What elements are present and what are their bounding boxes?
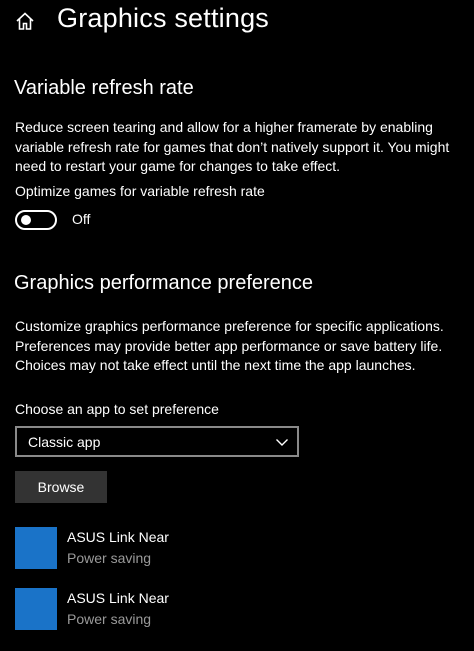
app-type-dropdown[interactable]: Classic app xyxy=(15,426,299,457)
vrr-toggle-state: Off xyxy=(72,211,91,227)
app-icon xyxy=(15,527,57,569)
vrr-toggle-label: Optimize games for variable refresh rate xyxy=(15,183,265,199)
app-icon xyxy=(15,588,57,630)
choose-app-label: Choose an app to set preference xyxy=(15,401,219,417)
page-title: Graphics settings xyxy=(57,3,269,33)
vrr-description: Reduce screen tearing and allow for a hi… xyxy=(15,119,450,174)
browse-button[interactable]: Browse xyxy=(15,471,107,503)
app-preference: Power saving xyxy=(67,611,152,627)
app-list-item[interactable]: ASUS Link Near Power saving xyxy=(15,588,315,630)
app-name: ASUS Link Near xyxy=(67,590,169,606)
home-icon[interactable] xyxy=(14,10,36,32)
app-type-selected: Classic app xyxy=(28,434,101,450)
gpp-description: Customize graphics performance preferenc… xyxy=(15,318,444,373)
app-preference: Power saving xyxy=(67,550,152,566)
toggle-knob xyxy=(21,215,31,225)
vrr-section-title: Variable refresh rate xyxy=(14,77,194,99)
vrr-toggle-switch[interactable] xyxy=(15,210,57,230)
graphics-settings-page: Graphics settings Variable refresh rate … xyxy=(0,0,474,651)
chevron-down-icon xyxy=(275,435,289,449)
header: Graphics settings xyxy=(0,0,474,44)
gpp-section-title: Graphics performance preference xyxy=(14,272,314,294)
app-name: ASUS Link Near xyxy=(67,529,169,545)
app-list-item[interactable]: ASUS Link Near Power saving xyxy=(15,527,315,569)
